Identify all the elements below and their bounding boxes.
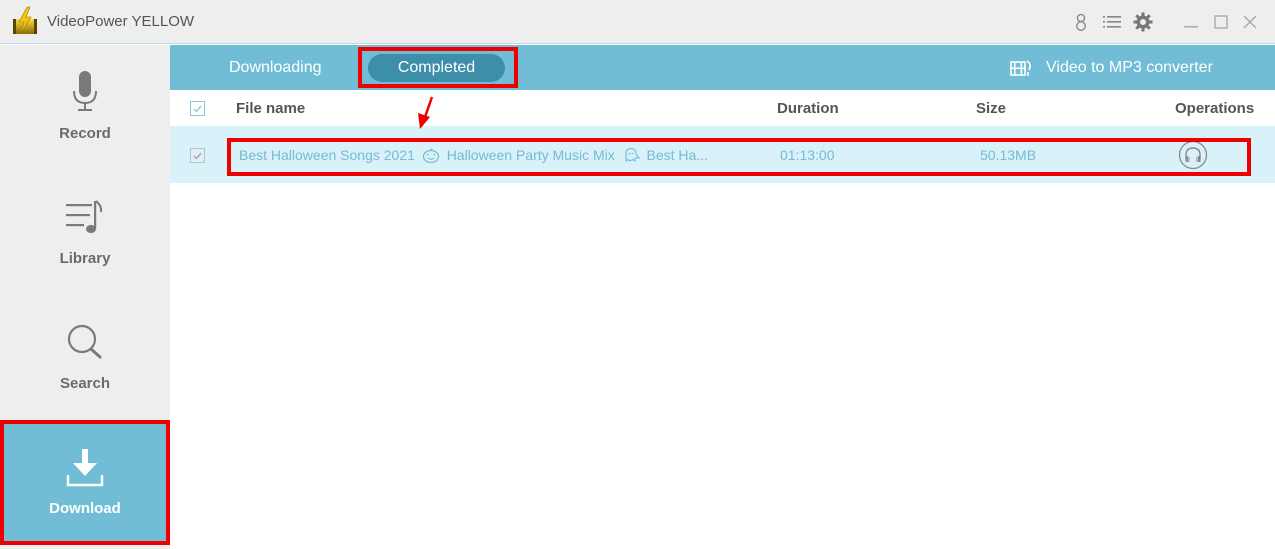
column-header-duration[interactable]: Duration: [777, 100, 839, 117]
tab-downloading[interactable]: Downloading: [229, 54, 322, 82]
close-icon[interactable]: [1240, 12, 1260, 32]
converter-label: Video to MP3 converter: [1046, 59, 1213, 76]
sidebar-label-download: Download: [49, 500, 121, 517]
row-checkbox[interactable]: [190, 148, 205, 163]
table-header: File name Duration Size Operations: [170, 90, 1275, 126]
ghost-emoji-icon: [622, 147, 640, 163]
file-name-part-3: Best Ha...: [646, 147, 708, 163]
file-name-cell: Best Halloween Songs 2021 Halloween Part…: [239, 147, 708, 164]
column-header-size[interactable]: Size: [976, 100, 1006, 117]
sidebar-item-download[interactable]: Download: [0, 420, 170, 545]
table-row[interactable]: Best Halloween Songs 2021 Halloween Part…: [170, 126, 1275, 183]
film-music-icon: [1010, 58, 1034, 78]
app-title: VideoPower YELLOW: [47, 13, 195, 30]
duration-cell: 01:13:00: [780, 147, 835, 163]
red-arrow-annotation: [414, 95, 438, 131]
user-icon[interactable]: [1071, 12, 1091, 32]
select-all-checkbox[interactable]: [190, 101, 205, 116]
file-name-part-2: Halloween Party Music Mix: [446, 147, 615, 163]
sidebar-item-search[interactable]: Search: [0, 295, 170, 420]
sidebar-label-library: Library: [59, 250, 111, 267]
file-name-part-1: Best Halloween Songs 2021: [239, 147, 415, 163]
sidebar-item-record[interactable]: Record: [0, 45, 170, 170]
title-bar: VideoPower YELLOW: [0, 0, 1275, 44]
column-header-operations: Operations: [1175, 100, 1255, 117]
menu-list-icon[interactable]: [1102, 12, 1122, 32]
minimize-icon[interactable]: [1181, 12, 1201, 32]
maximize-icon[interactable]: [1211, 12, 1231, 32]
gear-icon[interactable]: [1133, 12, 1153, 32]
app-logo-icon: [10, 6, 40, 36]
column-header-file-name[interactable]: File name: [236, 100, 305, 117]
tab-completed[interactable]: Completed: [368, 54, 505, 82]
sidebar-label-search: Search: [59, 375, 111, 392]
music-list-icon: [60, 192, 110, 242]
tab-bar: Downloading Completed Video to MP3 conve…: [170, 45, 1275, 90]
sidebar: Record Library Search Download: [0, 45, 170, 549]
microphone-icon: [60, 67, 110, 117]
download-icon: [60, 442, 110, 492]
sidebar-label-record: Record: [59, 125, 111, 142]
pumpkin-emoji-icon: [422, 147, 440, 164]
size-cell: 50.13MB: [980, 147, 1037, 163]
sidebar-item-library[interactable]: Library: [0, 170, 170, 295]
headphones-icon[interactable]: [1178, 140, 1208, 170]
search-icon: [60, 317, 110, 367]
video-to-mp3-converter-button[interactable]: Video to MP3 converter: [1010, 54, 1213, 82]
